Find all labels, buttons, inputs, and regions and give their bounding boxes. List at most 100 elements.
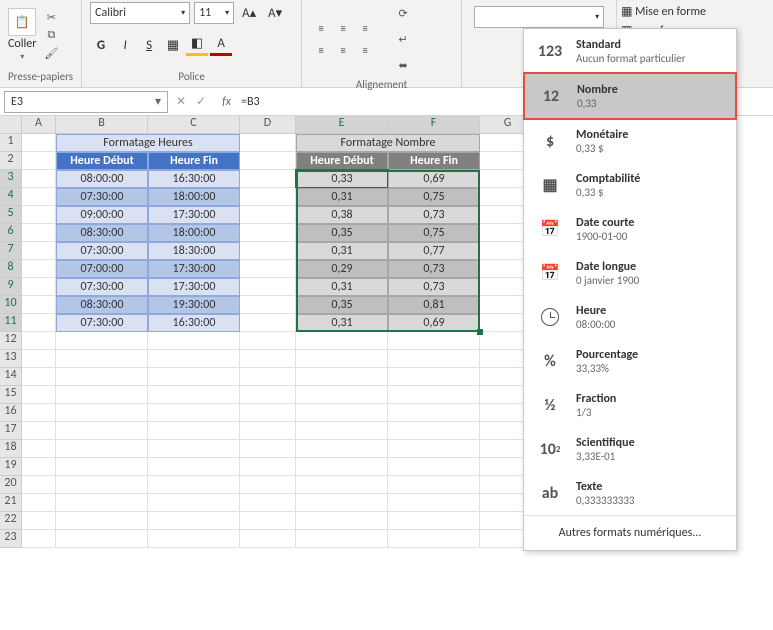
cell[interactable] [56, 458, 148, 476]
data-cell[interactable]: 07:30:00 [56, 188, 148, 206]
row-header[interactable]: 8 [0, 260, 22, 278]
data-cell[interactable]: 18:00:00 [148, 188, 240, 206]
format-option-date-courte[interactable]: 📅Date courte1900-01-00 [524, 207, 736, 251]
format-painter-icon[interactable]: 🖌 [42, 46, 60, 60]
data-cell[interactable]: 0,31 [296, 242, 388, 260]
cell[interactable] [56, 368, 148, 386]
data-cell[interactable]: 0,73 [388, 278, 480, 296]
format-option-nombre[interactable]: 12Nombre0,33 [523, 72, 737, 120]
cell[interactable] [240, 224, 296, 242]
conditional-format-button[interactable]: ▦ Mise en forme [621, 4, 706, 19]
fill-handle[interactable] [477, 329, 483, 335]
row-header[interactable]: 17 [0, 422, 22, 440]
cell[interactable] [240, 350, 296, 368]
row-header[interactable]: 3 [0, 170, 22, 188]
cell[interactable] [148, 422, 240, 440]
data-cell[interactable]: 0,73 [388, 260, 480, 278]
data-cell[interactable]: 0,69 [388, 170, 480, 188]
paste-label[interactable]: Coller [8, 37, 36, 51]
data-cell[interactable]: 0,33 [296, 170, 388, 188]
cell[interactable] [22, 476, 56, 494]
data-cell[interactable]: 08:00:00 [56, 170, 148, 188]
cell[interactable] [240, 278, 296, 296]
cell[interactable] [240, 242, 296, 260]
cell[interactable] [388, 404, 480, 422]
merge-icon[interactable]: ⬌ [392, 54, 414, 76]
cell[interactable] [388, 440, 480, 458]
cell[interactable] [240, 494, 296, 512]
row-header[interactable]: 6 [0, 224, 22, 242]
cell[interactable] [240, 332, 296, 350]
fx-icon[interactable]: fx [222, 95, 231, 109]
row-header[interactable]: 12 [0, 332, 22, 350]
row-header[interactable]: 11 [0, 314, 22, 332]
row-header[interactable]: 2 [0, 152, 22, 170]
data-cell[interactable]: 0,75 [388, 224, 480, 242]
row-header[interactable]: 10 [0, 296, 22, 314]
cell[interactable] [240, 476, 296, 494]
cell[interactable] [56, 404, 148, 422]
data-cell[interactable]: 0,31 [296, 278, 388, 296]
cell[interactable] [56, 476, 148, 494]
cell[interactable] [22, 458, 56, 476]
align-top-icon[interactable]: ≡ [310, 17, 332, 39]
align-bottom-icon[interactable]: ≡ [354, 17, 376, 39]
cell[interactable] [22, 494, 56, 512]
data-cell[interactable]: 0,69 [388, 314, 480, 332]
fill-color-button[interactable]: ◧ [186, 34, 208, 56]
bold-button[interactable]: G [90, 34, 112, 56]
col-header[interactable]: D [240, 116, 296, 134]
data-cell[interactable]: 09:00:00 [56, 206, 148, 224]
row-header[interactable]: 13 [0, 350, 22, 368]
cell[interactable] [388, 368, 480, 386]
cell[interactable] [56, 530, 148, 548]
font-name-dropdown[interactable]: Calibri▾ [90, 2, 190, 24]
copy-icon[interactable]: ⧉ [42, 28, 60, 42]
format-option-scientifique[interactable]: 102Scientifique3,33E-01 [524, 427, 736, 471]
cell[interactable] [296, 494, 388, 512]
format-option-pourcentage[interactable]: %Pourcentage33,33% [524, 339, 736, 383]
row-header[interactable]: 14 [0, 368, 22, 386]
paste-icon[interactable]: 📋 [8, 8, 36, 36]
font-color-button[interactable]: A [210, 34, 232, 56]
col-header[interactable]: F [388, 116, 480, 134]
cell[interactable] [388, 422, 480, 440]
row-header[interactable]: 16 [0, 404, 22, 422]
col-header[interactable]: A [22, 116, 56, 134]
data-cell[interactable]: 19:30:00 [148, 296, 240, 314]
row-header[interactable]: 22 [0, 512, 22, 530]
cell[interactable] [240, 422, 296, 440]
cell[interactable] [22, 152, 56, 170]
cell[interactable] [296, 458, 388, 476]
formula-input[interactable]: =B3 [241, 95, 260, 109]
cell[interactable] [240, 368, 296, 386]
cell[interactable] [22, 206, 56, 224]
cell[interactable] [388, 386, 480, 404]
italic-button[interactable]: I [114, 34, 136, 56]
confirm-icon[interactable]: ✓ [196, 94, 206, 109]
format-option-texte[interactable]: abTexte0,333333333 [524, 471, 736, 515]
data-cell[interactable]: 08:30:00 [56, 224, 148, 242]
cell[interactable] [296, 512, 388, 530]
format-option-standard[interactable]: 123StandardAucun format particulier [524, 29, 736, 73]
row-header[interactable]: 1 [0, 134, 22, 152]
cell[interactable] [240, 260, 296, 278]
row-header[interactable]: 5 [0, 206, 22, 224]
data-cell[interactable]: 16:30:00 [148, 170, 240, 188]
row-header[interactable]: 15 [0, 386, 22, 404]
format-option-date-longue[interactable]: 📅Date longue0 janvier 1900 [524, 251, 736, 295]
cell[interactable] [388, 512, 480, 530]
cell[interactable] [296, 404, 388, 422]
cell[interactable] [388, 530, 480, 548]
cell[interactable] [56, 494, 148, 512]
align-right-icon[interactable]: ≡ [354, 39, 376, 61]
align-middle-icon[interactable]: ≡ [332, 17, 354, 39]
cell[interactable] [148, 476, 240, 494]
format-option-heure[interactable]: Heure08:00:00 [524, 295, 736, 339]
data-cell[interactable]: 07:00:00 [56, 260, 148, 278]
cell[interactable] [240, 314, 296, 332]
cell[interactable] [388, 458, 480, 476]
number-format-dropdown[interactable]: ▾ [474, 6, 604, 28]
cell[interactable] [22, 296, 56, 314]
align-center-icon[interactable]: ≡ [332, 39, 354, 61]
